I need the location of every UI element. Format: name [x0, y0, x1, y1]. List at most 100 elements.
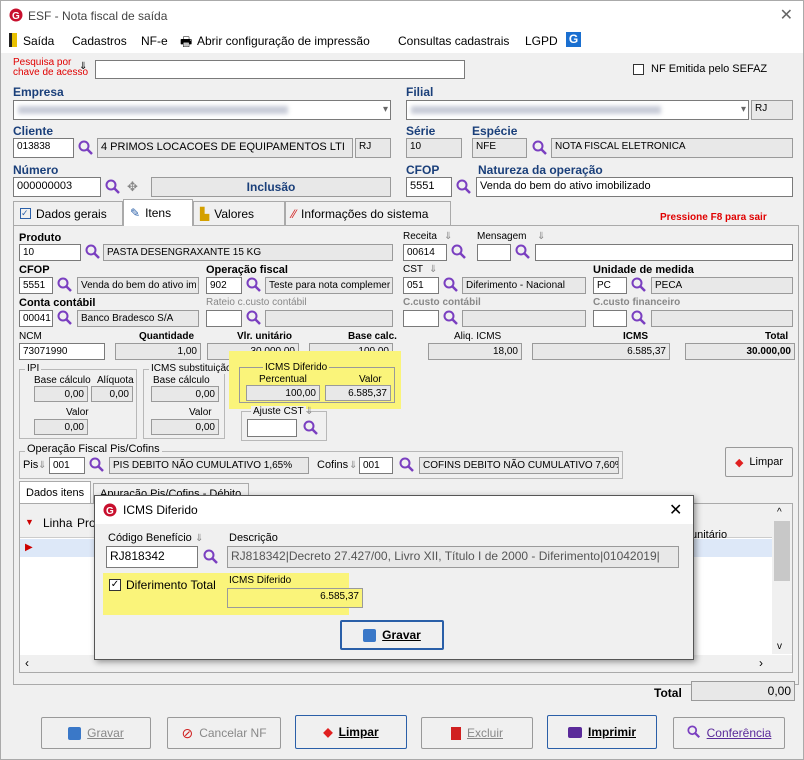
- scroll-up-icon[interactable]: ^: [777, 507, 782, 518]
- footer-total-field: 0,00: [691, 681, 795, 701]
- search-input[interactable]: [95, 60, 465, 79]
- limpar-item-button[interactable]: ◆ Limpar: [725, 447, 793, 477]
- pis-code-input[interactable]: 001: [49, 457, 85, 474]
- search-icon[interactable]: [456, 179, 472, 195]
- pin-icon: ⇓: [195, 533, 204, 544]
- dialog-gravar-button[interactable]: Gravar: [340, 620, 444, 650]
- imprimir-button[interactable]: Imprimir: [547, 715, 657, 749]
- mensagem-label: Mensagem: [477, 231, 527, 242]
- ipi-valor-field: 0,00: [34, 419, 88, 435]
- tab-informacoes[interactable]: ⁄⁄ Informações do sistema: [285, 201, 451, 225]
- sefaz-checkbox[interactable]: [633, 64, 644, 75]
- filial-label: Filial: [406, 85, 434, 99]
- ccfin-input[interactable]: [593, 310, 627, 327]
- ajuste-input[interactable]: [247, 419, 297, 437]
- scroll-right-icon[interactable]: ›: [759, 656, 763, 670]
- ipi-aliq-field: 0,00: [91, 386, 133, 402]
- cst-input[interactable]: 051: [403, 277, 439, 294]
- coins-icon: ▙: [200, 206, 210, 221]
- search-icon[interactable]: [203, 549, 219, 565]
- mensagem-input[interactable]: [477, 244, 511, 261]
- search-icon[interactable]: [303, 420, 319, 436]
- ccusto-desc: [462, 310, 586, 327]
- scroll-down-icon[interactable]: v: [777, 641, 782, 652]
- lgpd-logo-icon[interactable]: G: [566, 32, 581, 47]
- menu-lgpd[interactable]: LGPD: [525, 34, 558, 48]
- opfiscal-input[interactable]: 902: [206, 277, 242, 294]
- pin-icon: ⇓: [305, 406, 314, 417]
- f8-hint: Pressione F8 para sair: [660, 212, 767, 223]
- tab-itens[interactable]: ✎ Itens: [123, 199, 193, 226]
- tab-dados-itens[interactable]: Dados itens: [19, 481, 92, 503]
- qtd-label: Quantidade: [139, 331, 195, 342]
- tab-dados-gerais[interactable]: ✓ Dados gerais: [13, 201, 123, 225]
- diferido-valor-label: Valor: [359, 374, 382, 385]
- status-field: Inclusão: [151, 177, 391, 197]
- icmsst-valor-field: 0,00: [151, 419, 219, 435]
- menu-print-config[interactable]: Abrir configuração de impressão: [197, 34, 370, 48]
- search-icon[interactable]: [443, 277, 459, 293]
- filial-select[interactable]: ▾: [406, 100, 749, 120]
- search-icon[interactable]: [246, 310, 262, 326]
- limpar-button[interactable]: ◆ Limpar: [295, 715, 407, 749]
- search-icon[interactable]: [532, 140, 548, 156]
- mensagem-desc[interactable]: [535, 244, 793, 261]
- ncm-input[interactable]: 73071990: [19, 343, 105, 360]
- close-window-button[interactable]: ✕: [780, 5, 793, 25]
- numero-input[interactable]: 000000003: [13, 177, 101, 197]
- empresa-select[interactable]: ▾: [13, 100, 391, 120]
- title-bar: G ESF - Nota fiscal de saída ✕: [1, 1, 803, 29]
- tab-valores[interactable]: ▙ Valores: [193, 201, 285, 225]
- conta-input[interactable]: 00041: [19, 310, 53, 327]
- search-icon[interactable]: [105, 179, 121, 195]
- item-cfop-input[interactable]: 5551: [19, 277, 53, 294]
- search-icon[interactable]: [57, 277, 73, 293]
- diferido-valor-field: 6.585,37: [325, 385, 391, 401]
- ccfin-desc: [651, 310, 793, 327]
- descricao-label: Descrição: [229, 532, 278, 544]
- diferimento-total-label: Diferimento Total: [126, 578, 216, 592]
- produto-desc: PASTA DESENGRAXANTE 15 KG: [103, 244, 393, 261]
- search-icon[interactable]: [78, 140, 94, 156]
- natureza-input[interactable]: Venda do bem do ativo imobilizado: [476, 177, 793, 197]
- conta-desc: Banco Bradesco S/A: [77, 310, 199, 327]
- cliente-code-input[interactable]: 013838: [13, 138, 74, 158]
- search-icon[interactable]: [443, 310, 459, 326]
- ccusto-input[interactable]: [403, 310, 439, 327]
- search-icon[interactable]: [89, 457, 105, 473]
- add-icon[interactable]: ✥: [127, 179, 138, 195]
- trash-icon: [450, 726, 461, 740]
- cfop-input[interactable]: 5551: [406, 177, 452, 197]
- produto-code-input[interactable]: 10: [19, 244, 81, 261]
- search-icon[interactable]: [631, 277, 647, 293]
- receita-input[interactable]: 00614: [403, 244, 447, 261]
- cofins-code-input[interactable]: 001: [359, 457, 393, 474]
- um-input[interactable]: PC: [593, 277, 627, 294]
- cancelar-nf-button[interactable]: ⊘ Cancelar NF: [167, 717, 281, 749]
- scroll-left-icon[interactable]: ‹: [25, 656, 29, 670]
- codigo-input[interactable]: RJ818342: [106, 546, 198, 568]
- chevron-down-icon: ▾: [740, 104, 746, 115]
- search-icon[interactable]: [85, 244, 101, 260]
- printer-icon: [567, 726, 582, 738]
- search-icon[interactable]: [515, 244, 531, 260]
- rateio-input[interactable]: [206, 310, 242, 327]
- excluir-button[interactable]: Excluir: [421, 717, 533, 749]
- diferimento-total-checkbox[interactable]: ✓: [109, 579, 121, 591]
- menu-cadastros[interactable]: Cadastros: [72, 34, 127, 48]
- menu-nfe[interactable]: NF-e: [141, 34, 168, 48]
- search-icon[interactable]: [57, 310, 73, 326]
- search-icon[interactable]: [399, 457, 415, 473]
- gravar-button[interactable]: Gravar: [41, 717, 151, 749]
- cst-desc: Diferimento - Nacional: [462, 277, 586, 294]
- scroll-thumb[interactable]: [774, 521, 790, 581]
- menu-consultas[interactable]: Consultas cadastrais: [398, 34, 509, 48]
- menu-saida[interactable]: Saída: [23, 34, 54, 48]
- dialog-close-button[interactable]: ✕: [669, 500, 682, 520]
- search-icon[interactable]: [451, 244, 467, 260]
- search-icon[interactable]: [631, 310, 647, 326]
- sort-down-icon: ▼: [25, 517, 34, 527]
- search-icon[interactable]: [246, 277, 262, 293]
- pin-icon: ⇓: [444, 231, 453, 242]
- conferencia-button[interactable]: Conferência: [673, 717, 785, 749]
